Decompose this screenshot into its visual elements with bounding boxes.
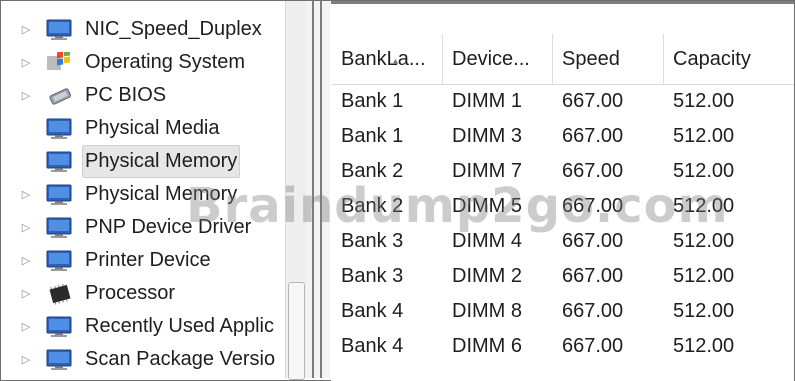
tree-item-label: Scan Package Versio xyxy=(85,348,276,370)
expand-arrow-icon[interactable]: ▷ xyxy=(21,310,31,343)
table-row[interactable]: Bank 1 DIMM 1 667.00 512.00 xyxy=(331,84,794,118)
monitor-icon xyxy=(45,217,75,239)
cell-bank-label: Bank 4 xyxy=(341,335,404,357)
cell-device-locator: DIMM 6 xyxy=(452,335,522,357)
tree-item-label: NIC_Speed_Duplex xyxy=(85,18,262,40)
cell-speed: 667.00 xyxy=(562,335,624,357)
cell-device-locator: DIMM 8 xyxy=(452,300,522,322)
cell-speed: 667.00 xyxy=(562,300,624,322)
watermark-text: Braindump2go.com xyxy=(186,178,729,234)
expand-arrow-icon[interactable]: ▷ xyxy=(21,79,31,112)
column-header-capacity[interactable]: Capacity xyxy=(663,34,794,84)
cell-capacity: 512.00 xyxy=(673,300,735,322)
list-header: ▲ BankLa... Device... Speed Capacity xyxy=(331,34,794,85)
expand-arrow-icon[interactable]: ▷ xyxy=(21,46,31,79)
table-row[interactable]: Bank 1 DIMM 3 667.00 512.00 xyxy=(331,119,794,153)
tree-item[interactable]: ▷ Recently Used Applic xyxy=(1,310,285,343)
tree-item[interactable]: ▷ Scan Package Versio xyxy=(1,343,285,376)
tree-item-label: Processor xyxy=(85,282,176,304)
tree-item[interactable]: ▷ Processor xyxy=(1,277,285,310)
column-header-label: Device... xyxy=(452,48,530,70)
tree-item-label: Physical Memory xyxy=(82,145,241,178)
monitor-icon xyxy=(45,118,75,140)
tree-item-label: Recently Used Applic xyxy=(85,315,274,337)
cell-bank-label: Bank 4 xyxy=(341,300,404,322)
tree-item-label: Operating System xyxy=(85,51,246,73)
cell-device-locator: DIMM 1 xyxy=(452,90,522,112)
column-header-label: Speed xyxy=(562,48,620,70)
cell-bank-label: Bank 3 xyxy=(341,265,404,287)
cell-capacity: 512.00 xyxy=(673,335,735,357)
cell-speed: 667.00 xyxy=(562,90,624,112)
windows-logo-icon xyxy=(45,49,75,74)
cell-capacity: 512.00 xyxy=(673,265,735,287)
tree-item[interactable]: ▷ PC BIOS xyxy=(1,79,285,112)
scrollbar-thumb[interactable] xyxy=(288,282,305,380)
tree-item[interactable]: Physical Media xyxy=(1,112,285,145)
column-header-banklabel[interactable]: ▲ BankLa... xyxy=(331,34,442,84)
expand-arrow-icon[interactable]: ▷ xyxy=(21,13,31,46)
table-row[interactable]: Bank 4 DIMM 8 667.00 512.00 xyxy=(331,294,794,328)
cell-bank-label: Bank 1 xyxy=(341,125,404,147)
column-header-label: Capacity xyxy=(673,48,751,70)
tree-item-label: Printer Device xyxy=(85,249,211,271)
expand-arrow-icon[interactable]: ▷ xyxy=(21,178,31,211)
cell-device-locator: DIMM 3 xyxy=(452,125,522,147)
monitor-icon xyxy=(45,184,75,206)
monitor-icon xyxy=(45,316,75,338)
processor-chip-icon xyxy=(45,283,75,305)
cell-speed: 667.00 xyxy=(562,125,624,147)
expand-arrow-icon[interactable]: ▷ xyxy=(21,277,31,310)
cell-speed: 667.00 xyxy=(562,265,624,287)
monitor-icon xyxy=(45,151,75,173)
column-header-label: BankLa... xyxy=(341,48,426,70)
expand-arrow-icon[interactable]: ▷ xyxy=(21,211,31,244)
cell-capacity: 512.00 xyxy=(673,90,735,112)
tree-item[interactable]: Physical Memory xyxy=(1,145,285,178)
tree-item[interactable]: ▷ Printer Device xyxy=(1,244,285,277)
bios-chip-icon xyxy=(45,85,75,107)
tree-item-label: Physical Media xyxy=(85,117,220,139)
sort-ascending-icon: ▲ xyxy=(391,56,400,66)
cell-capacity: 512.00 xyxy=(673,125,735,147)
monitor-icon xyxy=(45,19,75,41)
table-row[interactable]: Bank 4 DIMM 6 667.00 512.00 xyxy=(331,329,794,363)
cell-bank-label: Bank 1 xyxy=(341,90,404,112)
column-header-speed[interactable]: Speed xyxy=(552,34,663,84)
tree-item[interactable]: ▷ Operating System xyxy=(1,46,285,79)
tree-item[interactable]: ▷ NIC_Speed_Duplex xyxy=(1,13,285,46)
table-row[interactable]: Bank 3 DIMM 2 667.00 512.00 xyxy=(331,259,794,293)
expand-arrow-icon[interactable]: ▷ xyxy=(21,244,31,277)
tree-item-label: PC BIOS xyxy=(85,84,167,106)
column-header-device[interactable]: Device... xyxy=(442,34,552,84)
monitor-icon xyxy=(45,349,75,371)
cell-device-locator: DIMM 2 xyxy=(452,265,522,287)
expand-arrow-icon[interactable]: ▷ xyxy=(21,343,31,376)
monitor-icon xyxy=(45,250,75,272)
